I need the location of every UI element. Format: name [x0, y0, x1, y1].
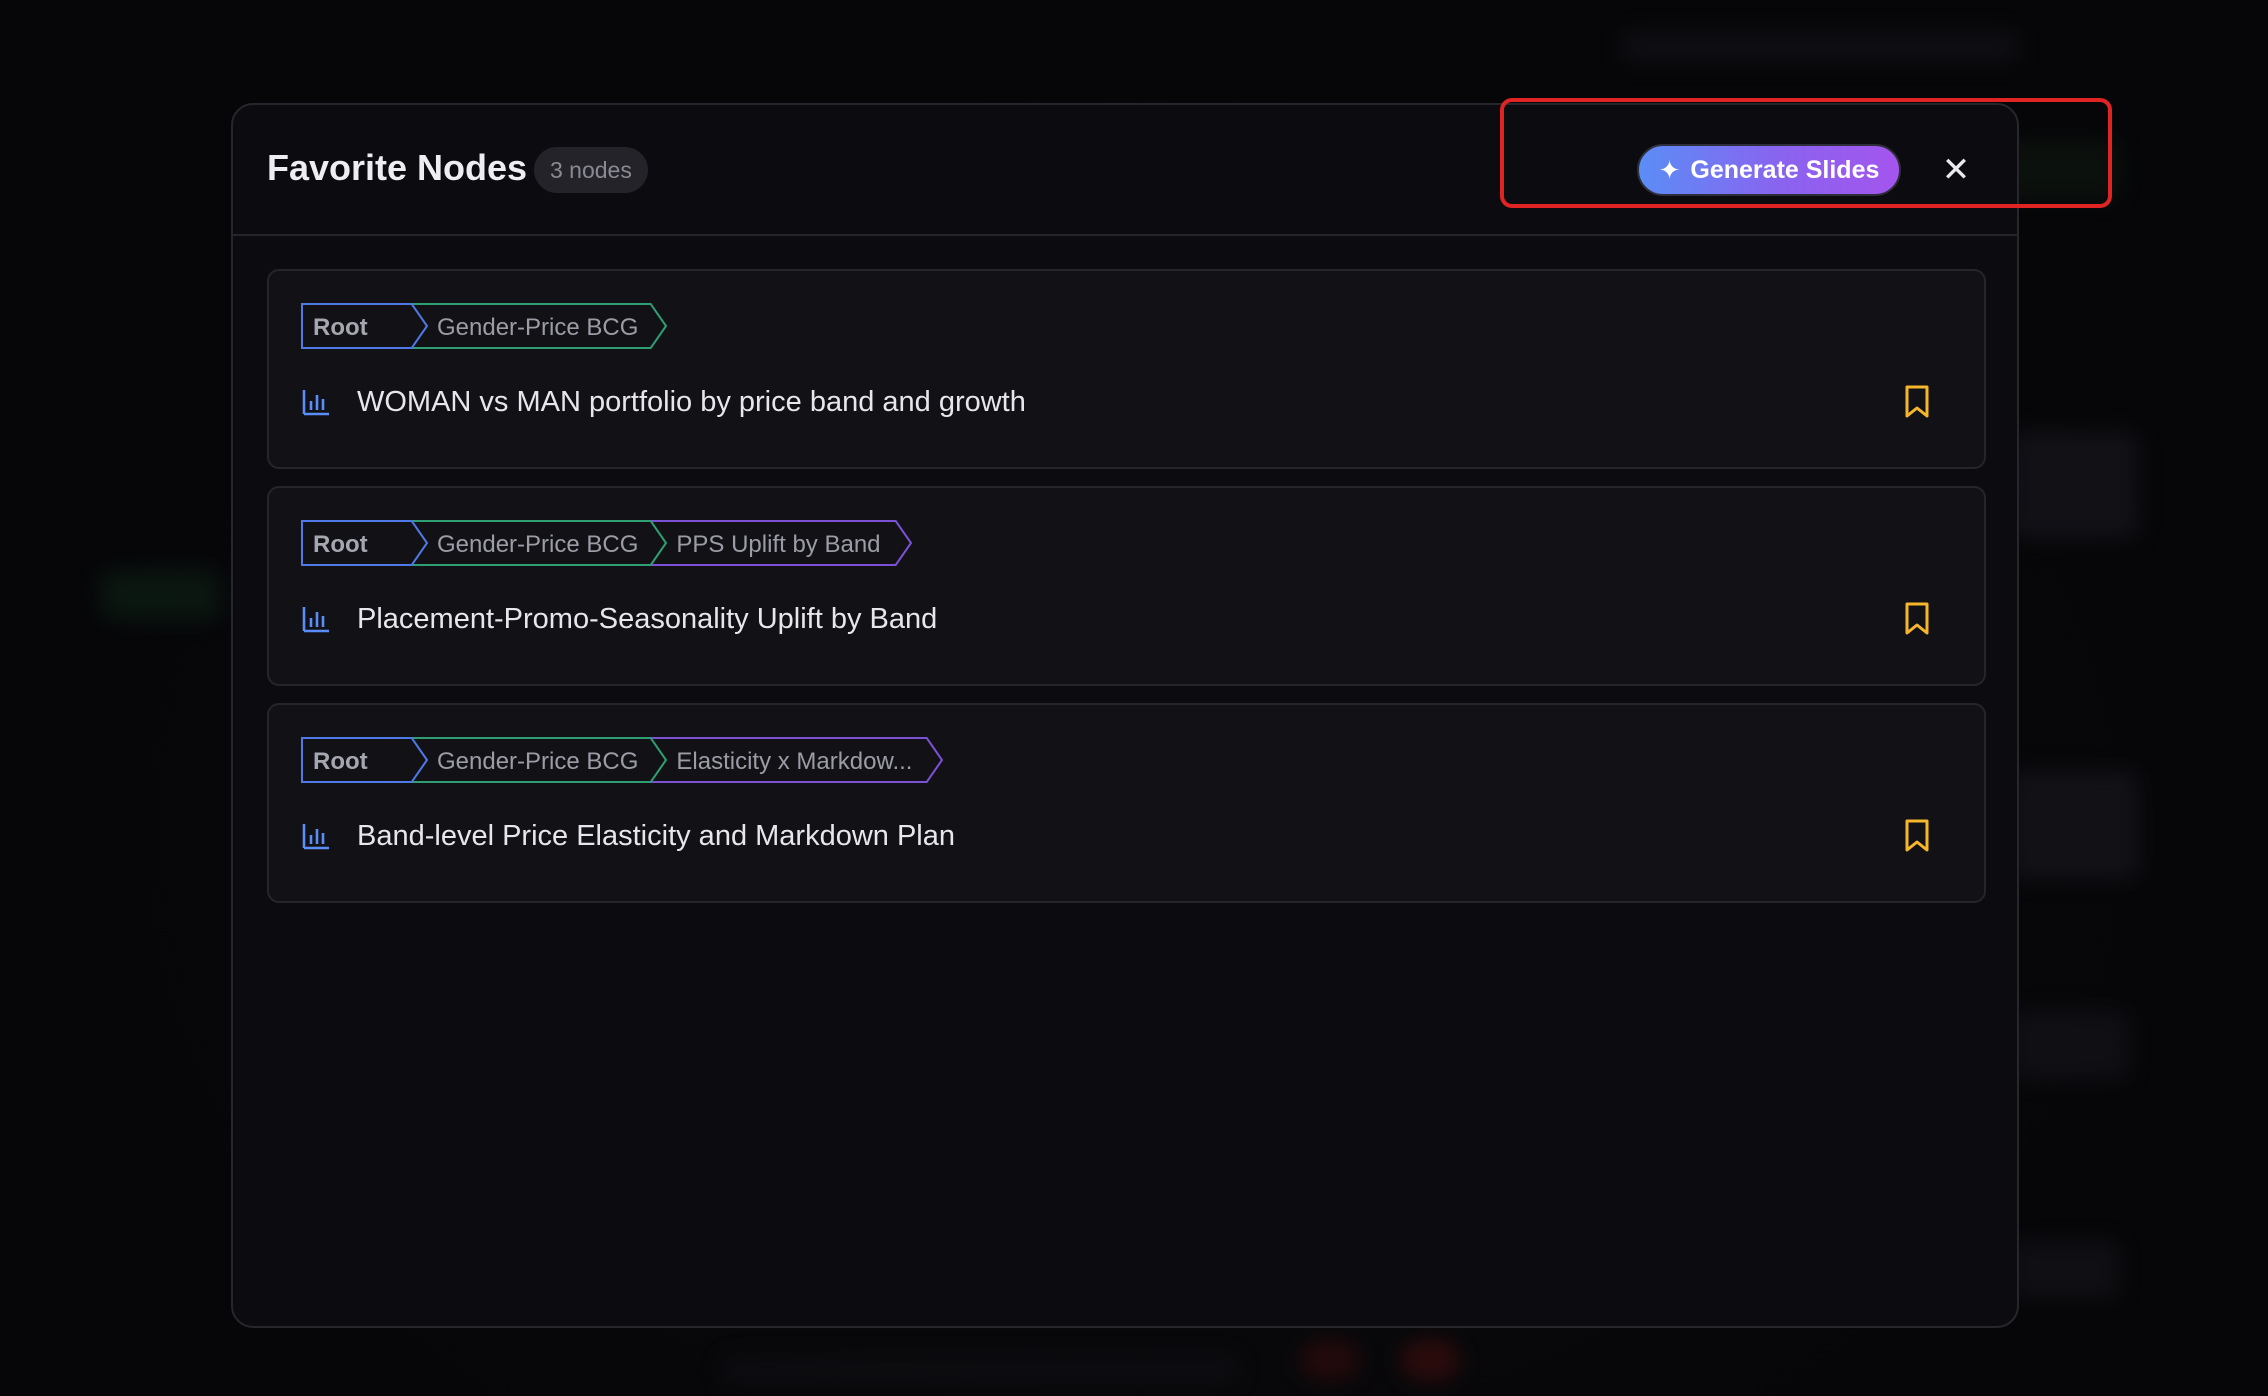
background-blur — [100, 570, 220, 620]
breadcrumb: Root Gender-Price BCG PPS Uplift by Band — [301, 520, 912, 566]
breadcrumb: Root Gender-Price BCG — [301, 303, 668, 349]
node-title[interactable]: Placement-Promo-Seasonality Uplift by Ba… — [357, 603, 937, 636]
node-row: WOMAN vs MAN portfolio by price band and… — [301, 379, 1026, 425]
breadcrumb-item[interactable]: Gender-Price BCG — [411, 520, 668, 566]
breadcrumb-item[interactable]: Elasticity x Markdow... — [650, 737, 944, 783]
favorite-node-card[interactable]: Root Gender-Price BCG WOMAN vs MAN portfol… — [267, 269, 1986, 469]
bar-chart-icon — [302, 824, 329, 850]
node-count-badge: 3 nodes — [534, 147, 648, 193]
breadcrumb-label: Elasticity x Markdow... — [676, 748, 913, 775]
breadcrumb-root[interactable]: Root — [301, 520, 429, 566]
breadcrumb-label: Gender-Price BCG — [437, 748, 639, 775]
breadcrumb-label: Root — [313, 748, 368, 775]
breadcrumb-label: Gender-Price BCG — [437, 531, 639, 558]
bar-chart-icon — [302, 390, 329, 416]
background-blur — [1300, 1340, 1360, 1380]
breadcrumb-label: Root — [313, 314, 368, 341]
node-row: Placement-Promo-Seasonality Uplift by Ba… — [301, 596, 937, 642]
breadcrumb-label: PPS Uplift by Band — [676, 531, 881, 558]
breadcrumb-root[interactable]: Root — [301, 303, 429, 349]
node-row: Band-level Price Elasticity and Markdown… — [301, 813, 955, 859]
background-blur — [720, 1355, 1240, 1385]
background-blur — [2010, 1010, 2130, 1080]
background-blur — [2010, 1240, 2120, 1300]
breadcrumb-item[interactable]: PPS Uplift by Band — [650, 520, 912, 566]
breadcrumb-label: Root — [313, 531, 368, 558]
bookmark-icon[interactable] — [1902, 819, 1932, 853]
breadcrumb-item[interactable]: Gender-Price BCG — [411, 737, 668, 783]
node-title[interactable]: WOMAN vs MAN portfolio by price band and… — [357, 386, 1026, 419]
background-blur — [2010, 770, 2140, 880]
modal-title: Favorite Nodes — [267, 147, 528, 188]
favorite-nodes-modal: Favorite Nodes 3 nodes ✦ Generate Slides… — [231, 103, 2019, 1328]
node-title[interactable]: Band-level Price Elasticity and Markdown… — [357, 820, 955, 853]
background-blur — [1620, 30, 2020, 64]
background-blur — [1400, 1340, 1460, 1380]
breadcrumb-item[interactable]: Gender-Price BCG — [411, 303, 668, 349]
breadcrumb: Root Gender-Price BCG Elasticity x Markdow… — [301, 737, 944, 783]
bookmark-icon[interactable] — [1902, 602, 1932, 636]
favorite-node-card[interactable]: Root Gender-Price BCG Elasticity x Markdow… — [267, 703, 1986, 903]
bookmark-icon[interactable] — [1902, 385, 1932, 419]
background-blur — [2010, 430, 2140, 540]
favorite-node-card[interactable]: Root Gender-Price BCG PPS Uplift by Band Pl… — [267, 486, 1986, 686]
breadcrumb-root[interactable]: Root — [301, 737, 429, 783]
bar-chart-icon — [302, 607, 329, 633]
highlight-annotation — [1500, 98, 2112, 208]
breadcrumb-label: Gender-Price BCG — [437, 314, 639, 341]
